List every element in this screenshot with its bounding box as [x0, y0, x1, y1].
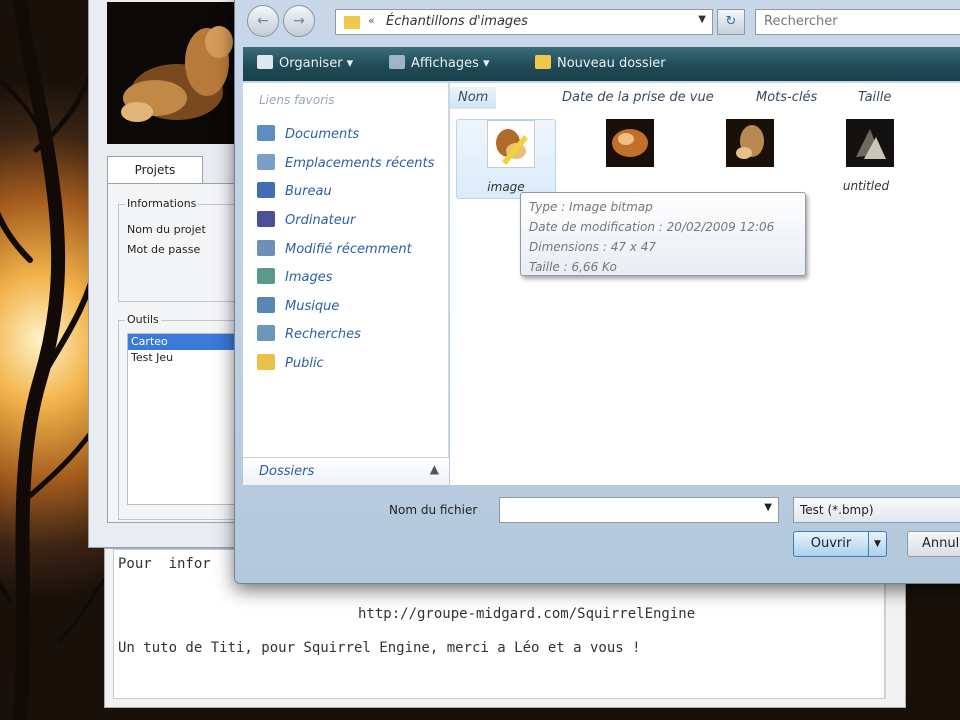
public-folder-icon	[257, 354, 275, 370]
tooltip-modified: Date de modification : 20/02/2009 12:06	[529, 220, 775, 234]
searches-icon	[257, 325, 275, 341]
new-folder-icon	[535, 55, 551, 69]
console-line: Un tuto de Titi, pour Squirrel Engine, m…	[118, 640, 641, 656]
console-line: Pour infor	[118, 556, 211, 572]
chevron-down-icon[interactable]: ▼	[698, 14, 706, 25]
breadcrumb-chevron-icon: «	[368, 14, 375, 27]
file-name: untitled	[842, 179, 890, 193]
sidebar-item-recently-changed[interactable]: Modifié récemment	[257, 240, 412, 260]
recent-places-icon	[257, 154, 275, 170]
open-button[interactable]: Ouvrir ▼	[793, 531, 887, 557]
column-header-name[interactable]: Nom	[450, 87, 497, 109]
tooltip-size: Taille : 6,66 Ko	[529, 260, 617, 274]
music-icon	[257, 297, 275, 313]
column-header-tags[interactable]: Mots-clés	[756, 87, 817, 109]
favorites-sidebar: Liens favoris Documents Emplacements réc…	[243, 83, 449, 483]
sidebar-item-computer[interactable]: Ordinateur	[257, 211, 355, 231]
file-list: Nom Date de la prise de vue Mots-clés Ta…	[450, 83, 960, 485]
back-button[interactable]: ←	[247, 5, 279, 37]
organize-icon	[257, 55, 273, 69]
filetype-select[interactable]: Test (*.bmp)	[793, 497, 960, 523]
desktop-icon	[257, 182, 275, 198]
file-thumbnail	[487, 120, 535, 168]
open-file-dialog: ← → « Échantillons d'images ▼ ↻ Recherch…	[234, 0, 960, 584]
sidebar-item-documents[interactable]: Documents	[257, 125, 359, 145]
computer-icon	[257, 211, 275, 227]
squirrel-image	[107, 2, 235, 144]
refresh-icon: ↻	[725, 14, 737, 29]
forward-button[interactable]: →	[283, 5, 315, 37]
sidebar-item-music[interactable]: Musique	[257, 297, 339, 317]
column-header-size[interactable]: Taille	[858, 87, 891, 109]
address-bar[interactable]: « Échantillons d'images ▼	[335, 9, 713, 35]
documents-icon	[257, 125, 275, 141]
sidebar-item-recent-places[interactable]: Emplacements récents	[257, 154, 434, 174]
filename-input[interactable]: ▼	[499, 497, 779, 523]
display-button[interactable]: Affichages ▾	[389, 53, 490, 75]
open-button-label: Ouvrir	[810, 536, 852, 551]
file-thumbnail	[606, 119, 654, 167]
recently-changed-icon	[257, 240, 275, 256]
pictures-icon	[257, 268, 275, 284]
info-group-title: Informations	[125, 197, 199, 210]
views-icon	[389, 55, 405, 69]
chevron-down-icon[interactable]: ▼	[764, 502, 772, 513]
refresh-button[interactable]: ↻	[717, 9, 745, 35]
file-item[interactable]: untitled	[816, 119, 916, 199]
search-input[interactable]: Rechercher	[755, 9, 960, 35]
password-label: Mot de passe	[127, 243, 201, 256]
new-folder-button[interactable]: Nouveau dossier	[535, 53, 666, 75]
file-item[interactable]	[576, 119, 676, 199]
sidebar-item-desktop[interactable]: Bureau	[257, 182, 332, 202]
tools-group-title: Outils	[125, 313, 161, 326]
file-thumbnail	[846, 119, 894, 167]
sidebar-item-searches[interactable]: Recherches	[257, 325, 361, 345]
folders-toggle[interactable]: Dossiers ▲	[243, 457, 449, 485]
organize-button[interactable]: Organiser ▾	[257, 53, 353, 75]
forward-arrow-icon: →	[293, 13, 305, 29]
console-line: http://groupe-midgard.com/SquirrelEngine	[358, 606, 696, 622]
tooltip-dimensions: Dimensions : 47 x 47	[529, 240, 656, 254]
tab-projets[interactable]: Projets	[107, 156, 203, 184]
back-arrow-icon: ←	[257, 13, 269, 29]
dialog-footer: Nom du fichier ▼ Test (*.bmp) Ouvrir ▼ A…	[243, 485, 960, 579]
chevron-up-icon: ▲	[429, 462, 439, 476]
filename-label: Nom du fichier	[389, 503, 478, 517]
file-thumbnail	[726, 119, 774, 167]
favorites-header: Liens favoris	[259, 93, 335, 107]
folder-icon	[344, 16, 360, 29]
dialog-toolbar: Organiser ▾ Affichages ▾ Nouveau dossier	[243, 47, 960, 81]
sidebar-item-pictures[interactable]: Images	[257, 268, 333, 288]
file-item[interactable]	[696, 119, 796, 199]
folders-label: Dossiers	[259, 464, 315, 479]
chevron-down-icon[interactable]: ▼	[868, 532, 886, 556]
project-name-label: Nom du projet	[127, 223, 206, 236]
sidebar-item-public[interactable]: Public	[257, 354, 324, 374]
file-item[interactable]: image	[456, 119, 556, 199]
address-path: Échantillons d'images	[386, 14, 528, 29]
column-header-date[interactable]: Date de la prise de vue	[562, 87, 714, 109]
tooltip-type: Type : Image bitmap	[529, 200, 653, 214]
file-tooltip: Type : Image bitmap Date de modification…	[520, 192, 806, 276]
cancel-button[interactable]: Annuler	[907, 531, 960, 557]
